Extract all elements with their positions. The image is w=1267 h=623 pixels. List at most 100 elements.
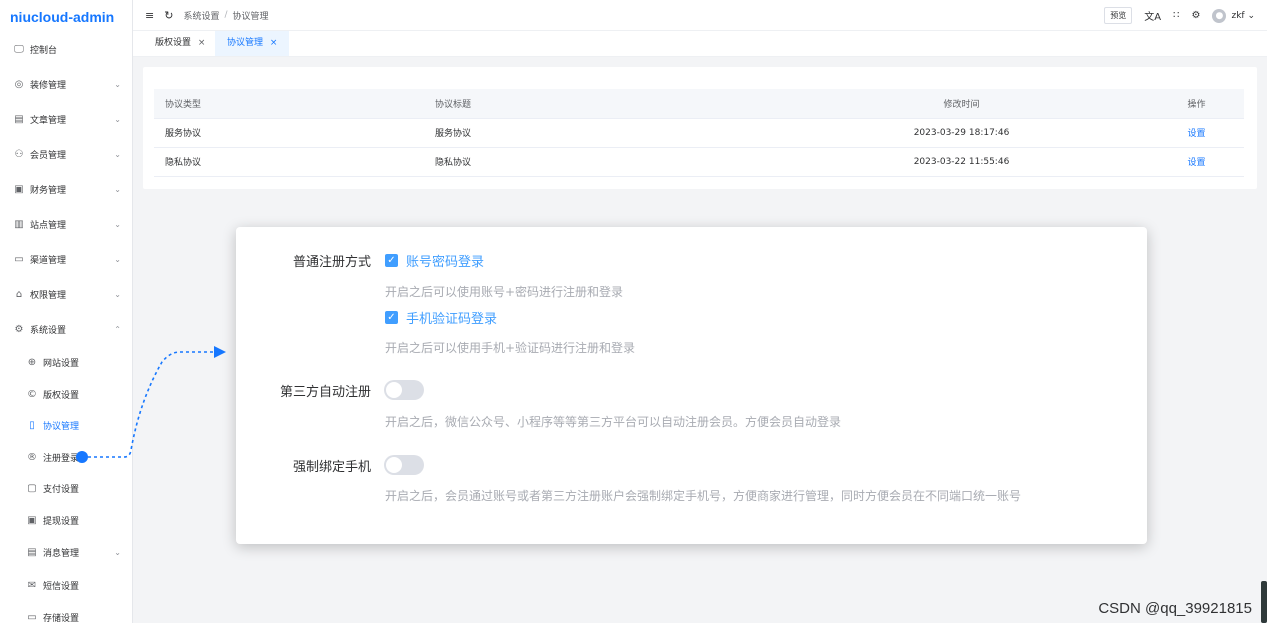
sidebar-item-messages[interactable]: ▤ 消息管理 ⌄ bbox=[0, 537, 132, 567]
cell-type: 隐私协议 bbox=[154, 147, 424, 177]
breadcrumb-item[interactable]: 系统设置 bbox=[183, 9, 219, 22]
avatar[interactable]: ● bbox=[1212, 8, 1227, 23]
password-login-checkbox[interactable]: ✓ 账号密码登录 bbox=[385, 251, 484, 270]
edge-scroll-indicator bbox=[1261, 581, 1267, 623]
normal-register-label: 普通注册方式 bbox=[292, 255, 371, 270]
sidebar-item-agreements[interactable]: ▯ 协议管理 bbox=[0, 410, 132, 440]
wallet-icon: ▣ bbox=[14, 183, 24, 195]
users-icon: ⚇ bbox=[14, 148, 24, 160]
sidebar-item-permissions[interactable]: ⌂ 权限管理 ⌄ bbox=[0, 279, 132, 309]
bind-mobile-switch[interactable] bbox=[384, 455, 424, 475]
tabs-bar: 版权设置 × 协议管理 × bbox=[133, 31, 1267, 57]
settings-link[interactable]: 设置 bbox=[1187, 129, 1205, 139]
sidebar-item-label: 网站设置 bbox=[43, 358, 80, 369]
gear-icon: ⚙ bbox=[14, 323, 24, 335]
sidebar-item-label: 站点管理 bbox=[30, 220, 67, 231]
watermark: CSDN @qq_39921815 bbox=[1098, 600, 1252, 617]
monitor-icon: 🖵 bbox=[14, 43, 24, 55]
sidebar-item-articles[interactable]: ▤ 文章管理 ⌄ bbox=[0, 104, 132, 134]
sidebar-item-label: 提现设置 bbox=[43, 516, 80, 527]
pay-icon: ▢ bbox=[27, 482, 37, 494]
lock-icon: ⌂ bbox=[15, 288, 23, 300]
sidebar-item-label: 文章管理 bbox=[30, 115, 67, 126]
preview-button[interactable]: 预览 bbox=[1104, 7, 1133, 24]
settings-link[interactable]: 设置 bbox=[1187, 158, 1205, 168]
third-party-register-switch[interactable] bbox=[384, 380, 424, 400]
agreements-table: 协议类型 协议标题 修改时间 操作 服务协议 服务协议 2023-03-29 1… bbox=[154, 89, 1244, 177]
chevron-down-icon: ⌄ bbox=[114, 219, 121, 229]
sidebar-item-storage[interactable]: ▭ 存储设置 bbox=[0, 602, 132, 623]
sidebar-item-label: 系统设置 bbox=[30, 325, 67, 336]
header-actions: 预览 文A ∷ ⚙ ● zkf ⌄ bbox=[1104, 0, 1255, 31]
sidebar-item-label: 装修管理 bbox=[30, 80, 67, 91]
palette-icon: ◎ bbox=[14, 78, 24, 90]
user-menu[interactable]: zkf ⌄ bbox=[1231, 11, 1255, 21]
mobile-login-checkbox[interactable]: ✓ 手机验证码登录 bbox=[385, 308, 497, 327]
sidebar-item-withdraw[interactable]: ▣ 提现设置 bbox=[0, 505, 132, 535]
sidebar-item-payment[interactable]: ▢ 支付设置 bbox=[0, 473, 132, 503]
close-icon[interactable]: × bbox=[198, 38, 206, 48]
sms-icon: ✉ bbox=[27, 579, 37, 591]
third-party-register-hint: 开启之后，微信公众号、小程序等等第三方平台可以自动注册会员。方便会员自动登录 bbox=[385, 415, 842, 429]
tab-agreements[interactable]: 协议管理 × bbox=[215, 31, 290, 56]
breadcrumb: 系统设置 / 协议管理 bbox=[183, 9, 268, 22]
sidebar-item-label: 存储设置 bbox=[43, 613, 80, 623]
sidebar-item-channels[interactable]: ▭ 渠道管理 ⌄ bbox=[0, 244, 132, 274]
storage-icon: ▭ bbox=[27, 611, 37, 623]
sidebar-item-label: 会员管理 bbox=[30, 150, 67, 161]
sidebar-item-system-settings[interactable]: ⚙ 系统设置 ⌃ bbox=[0, 314, 132, 344]
sidebar-item-label: 协议管理 bbox=[43, 421, 80, 432]
sidebar-item-label: 注册登录 bbox=[43, 453, 80, 464]
sidebar-item-label: 权限管理 bbox=[30, 290, 67, 301]
settings-icon[interactable]: ⚙ bbox=[1192, 10, 1201, 21]
language-icon[interactable]: 文A bbox=[1144, 8, 1161, 23]
apps-icon[interactable]: ∷ bbox=[1173, 10, 1179, 21]
third-party-register-label: 第三方自动注册 bbox=[279, 385, 371, 400]
chevron-down-icon: ⌄ bbox=[114, 114, 121, 124]
sidebar-item-register-login[interactable]: ® 注册登录 bbox=[0, 442, 132, 472]
cell-title: 隐私协议 bbox=[424, 147, 774, 177]
cell-time: 2023-03-29 18:17:46 bbox=[774, 118, 1149, 148]
check-icon: ✓ bbox=[385, 311, 398, 324]
cell-title: 服务协议 bbox=[424, 118, 774, 148]
sidebar-item-sms[interactable]: ✉ 短信设置 bbox=[0, 570, 132, 600]
annotation-arrowhead bbox=[214, 346, 226, 358]
chevron-down-icon: ⌄ bbox=[114, 79, 121, 89]
message-icon: ▤ bbox=[27, 546, 37, 558]
refresh-icon[interactable]: ↻ bbox=[164, 9, 173, 22]
tab-copyright-settings[interactable]: 版权设置 × bbox=[143, 31, 217, 56]
table-row: 隐私协议 隐私协议 2023-03-22 11:55:46 设置 bbox=[154, 147, 1244, 177]
register-settings-panel: 普通注册方式 ✓ 账号密码登录 开启之后可以使用账号+密码进行注册和登录 ✓ 手… bbox=[236, 227, 1147, 544]
chevron-down-icon: ⌄ bbox=[1247, 10, 1255, 21]
chevron-up-icon: ⌃ bbox=[114, 324, 121, 334]
check-icon: ✓ bbox=[385, 254, 398, 267]
document-icon: ▤ bbox=[14, 113, 24, 125]
breadcrumb-item: 协议管理 bbox=[232, 11, 269, 22]
menu-toggle-icon[interactable]: ≡ bbox=[145, 9, 154, 22]
password-login-hint: 开启之后可以使用账号+密码进行注册和登录 bbox=[385, 285, 624, 299]
sidebar-item-members[interactable]: ⚇ 会员管理 ⌄ bbox=[0, 139, 132, 169]
sidebar-item-label: 短信设置 bbox=[43, 581, 80, 592]
brand-logo[interactable]: niucloud-admin bbox=[0, 0, 132, 34]
chevron-down-icon: ⌄ bbox=[114, 184, 121, 194]
sidebar-item-copyright-settings[interactable]: © 版权设置 bbox=[0, 379, 132, 409]
sidebar-item-decoration[interactable]: ◎ 装修管理 ⌄ bbox=[0, 69, 132, 99]
agreement-icon: ▯ bbox=[29, 419, 35, 431]
bind-mobile-hint: 开启之后，会员通过账号或者第三方注册账户会强制绑定手机号，方便商家进行管理，同时… bbox=[385, 489, 1022, 503]
sidebar-item-sites[interactable]: ▥ 站点管理 ⌄ bbox=[0, 209, 132, 239]
checkbox-label: 账号密码登录 bbox=[406, 255, 485, 270]
column-header-type: 协议类型 bbox=[154, 89, 424, 119]
checkbox-label: 手机验证码登录 bbox=[406, 312, 498, 327]
channel-icon: ▭ bbox=[14, 253, 24, 265]
sidebar-item-dashboard[interactable]: 🖵 控制台 bbox=[0, 34, 132, 64]
column-header-time: 修改时间 bbox=[774, 89, 1149, 119]
sidebar-item-website-settings[interactable]: ⊕ 网站设置 bbox=[0, 347, 132, 377]
breadcrumb-separator: / bbox=[224, 10, 228, 20]
sidebar-item-finance[interactable]: ▣ 财务管理 ⌄ bbox=[0, 174, 132, 204]
globe-icon: ⊕ bbox=[27, 356, 37, 368]
copyright-icon: © bbox=[27, 388, 37, 400]
switch-knob bbox=[386, 457, 402, 473]
close-icon[interactable]: × bbox=[270, 38, 278, 48]
sidebar-item-label: 渠道管理 bbox=[30, 255, 67, 266]
table-row: 服务协议 服务协议 2023-03-29 18:17:46 设置 bbox=[154, 118, 1244, 148]
